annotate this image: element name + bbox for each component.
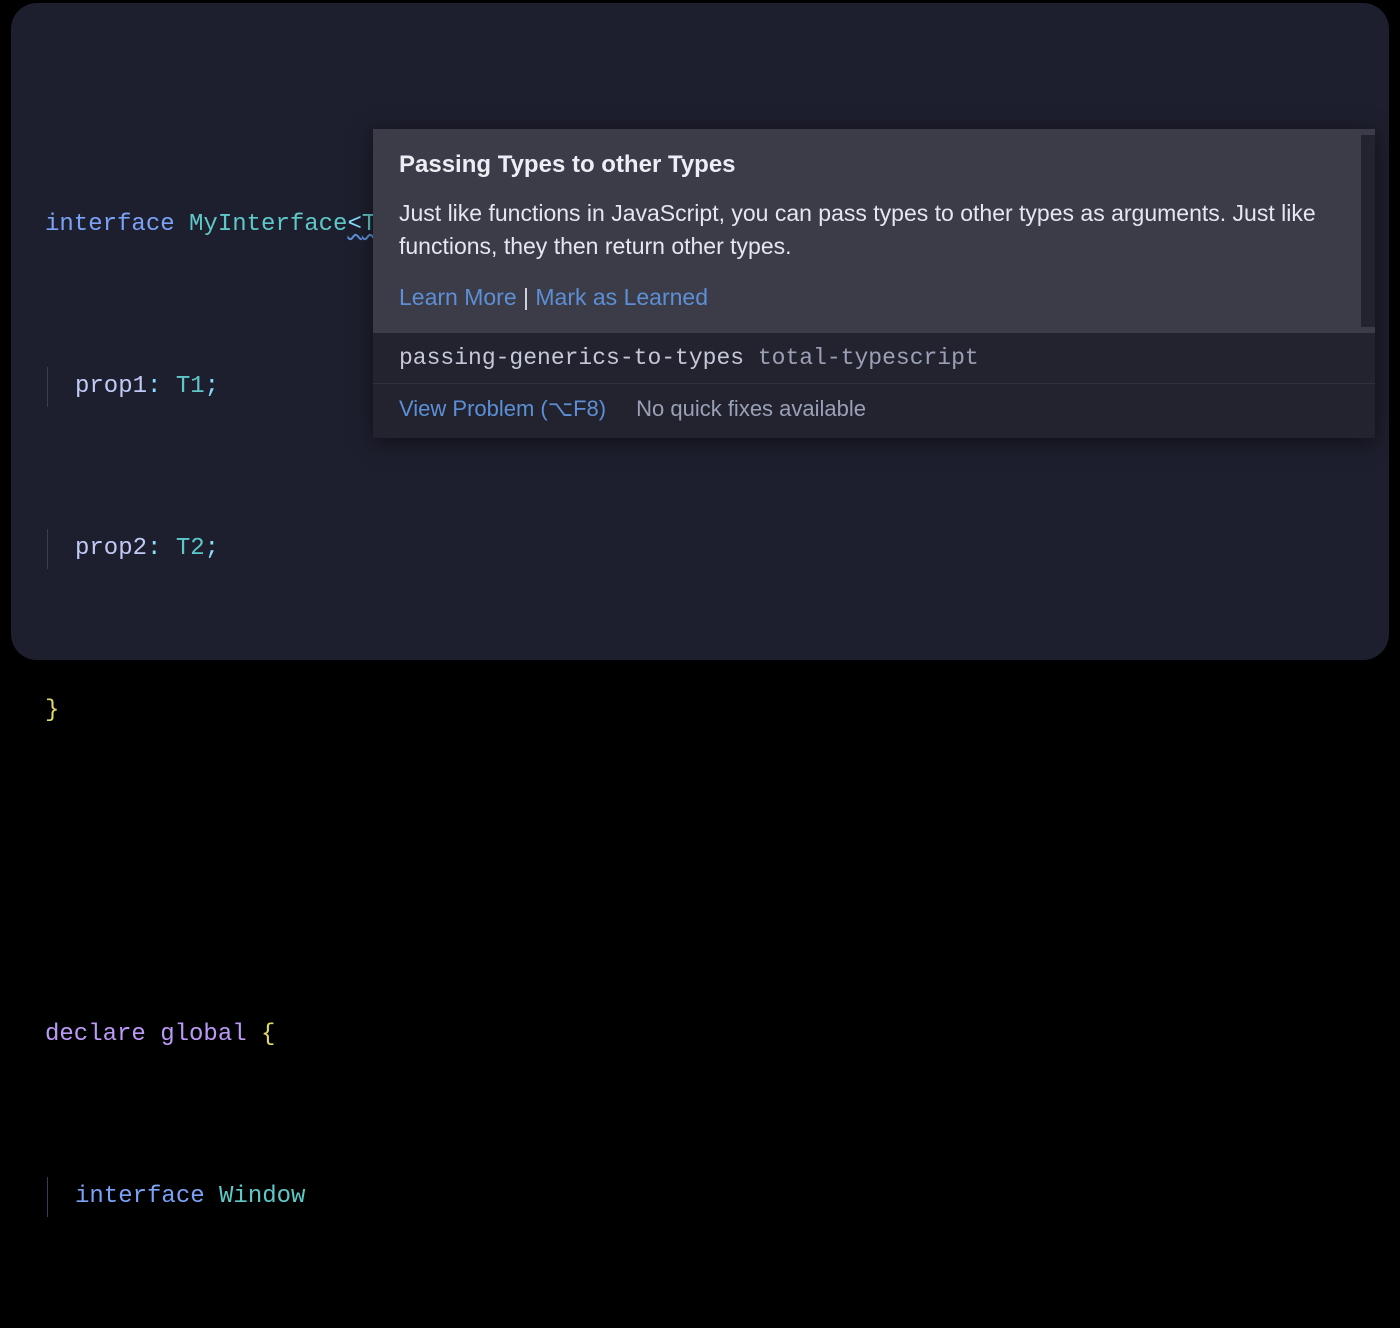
keyword-interface: interface [75, 1183, 219, 1210]
angle-open: < [347, 211, 361, 238]
learn-more-link[interactable]: Learn More [399, 284, 517, 310]
brace-open: { [261, 1021, 275, 1048]
code-line: } [45, 691, 1355, 732]
type-ref: T1 [176, 373, 205, 400]
hint-footer: View Problem (⌥F8) No quick fixes availab… [373, 383, 1375, 438]
indent-guide [47, 529, 75, 569]
mark-as-learned-link[interactable]: Mark as Learned [535, 284, 708, 310]
hint-body: Just like functions in JavaScript, you c… [399, 197, 1339, 264]
hint-title: Passing Types to other Types [399, 151, 1349, 179]
hint-source-slug: passing-generics-to-types [399, 345, 744, 371]
hover-hint-popup: Passing Types to other Types Just like f… [373, 129, 1375, 438]
indent-guide [47, 1177, 75, 1217]
keyword-interface: interface [45, 211, 189, 238]
indent-guide [47, 367, 75, 407]
hint-content: Passing Types to other Types Just like f… [373, 129, 1375, 333]
property: prop1 [75, 373, 147, 400]
view-problem-link[interactable]: View Problem (⌥F8) [399, 396, 606, 421]
semicolon: ; [205, 535, 219, 562]
hint-source: passing-generics-to-types total-typescri… [373, 333, 1375, 383]
type-ref: T2 [176, 535, 205, 562]
code-line: declare global { [45, 1015, 1355, 1056]
code-line: interface Window [45, 1177, 1355, 1218]
colon: : [147, 535, 176, 562]
hint-links: Learn More | Mark as Learned [399, 284, 1349, 311]
semicolon: ; [205, 373, 219, 400]
type-name: Window [219, 1183, 305, 1210]
hint-source-package: total-typescript [758, 345, 979, 371]
link-separator: | [517, 284, 536, 310]
keyword-global: global [160, 1021, 261, 1048]
colon: : [147, 373, 176, 400]
brace-close: } [45, 697, 59, 724]
property: prop2 [75, 535, 147, 562]
code-line-blank [45, 853, 1355, 894]
code-line: prop2: T2; [45, 529, 1355, 570]
type-name: MyInterface [189, 211, 347, 238]
no-quick-fixes-label: No quick fixes available [636, 396, 866, 421]
keyword-declare: declare [45, 1021, 160, 1048]
code-editor[interactable]: interface MyInterface<T1, T2> { prop1: T… [11, 3, 1389, 660]
